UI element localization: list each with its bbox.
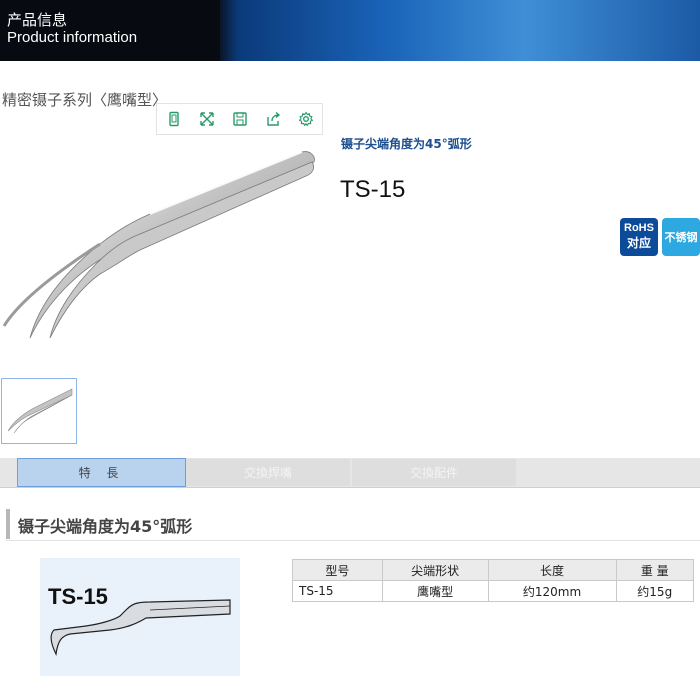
- product-subtitle: 镊子尖端角度为45°弧形: [341, 137, 472, 151]
- fullscreen-icon[interactable]: [190, 104, 223, 134]
- spec-header-tip-shape: 尖端形状: [381, 559, 489, 581]
- table-row: TS-15 鹰嘴型 约120mm 约15g: [292, 580, 694, 602]
- main-product-image: [2, 151, 315, 339]
- tab-replacement-tips[interactable]: 交換焊嘴: [186, 459, 350, 486]
- rohs-badge-line2: 对应: [626, 236, 651, 250]
- product-thumbnail[interactable]: [1, 378, 77, 444]
- section-accent-bar: [6, 509, 10, 539]
- save-icon[interactable]: [223, 104, 256, 134]
- spec-cell-length: 约120mm: [487, 580, 617, 602]
- product-diagram-tweezers: [50, 599, 231, 656]
- tab-features[interactable]: 特 長: [17, 458, 186, 487]
- settings-icon[interactable]: [289, 104, 322, 134]
- spec-header-weight: 重 量: [615, 559, 694, 581]
- section-divider: [6, 540, 700, 541]
- header-title-cn: 产品信息: [7, 11, 68, 29]
- phone-icon[interactable]: [157, 104, 190, 134]
- spec-header-length: 长度: [487, 559, 617, 581]
- spec-cell-tip-shape: 鹰嘴型: [381, 580, 489, 602]
- stainless-badge: 不锈钢: [662, 218, 700, 256]
- rohs-badge: RoHS 对应: [620, 218, 658, 256]
- spec-table: 型号 尖端形状 长度 重 量 TS-15 鹰嘴型 约120mm 约15g: [292, 559, 694, 602]
- spec-cell-model: TS-15: [292, 580, 383, 602]
- product-diagram: TS-15: [40, 558, 240, 676]
- rohs-badge-line1: RoHS: [624, 222, 654, 234]
- image-toolbar: [156, 103, 323, 135]
- section-title: 镊子尖端角度为45°弧形: [18, 517, 193, 536]
- series-title: 精密镊子系列〈鹰嘴型〉: [2, 91, 168, 109]
- header-banner: 产品信息 Product information: [0, 0, 700, 61]
- spec-cell-weight: 约15g: [615, 580, 694, 602]
- spec-table-header-row: 型号 尖端形状 长度 重 量: [292, 559, 694, 581]
- product-model: TS-15: [340, 176, 406, 203]
- tab-replacement-parts[interactable]: 交換配件: [352, 459, 516, 486]
- thumbnail-tweezers-image: [7, 388, 73, 434]
- share-icon[interactable]: [256, 104, 289, 134]
- header-title-en: Product information: [7, 29, 138, 46]
- spec-header-model: 型号: [292, 559, 383, 581]
